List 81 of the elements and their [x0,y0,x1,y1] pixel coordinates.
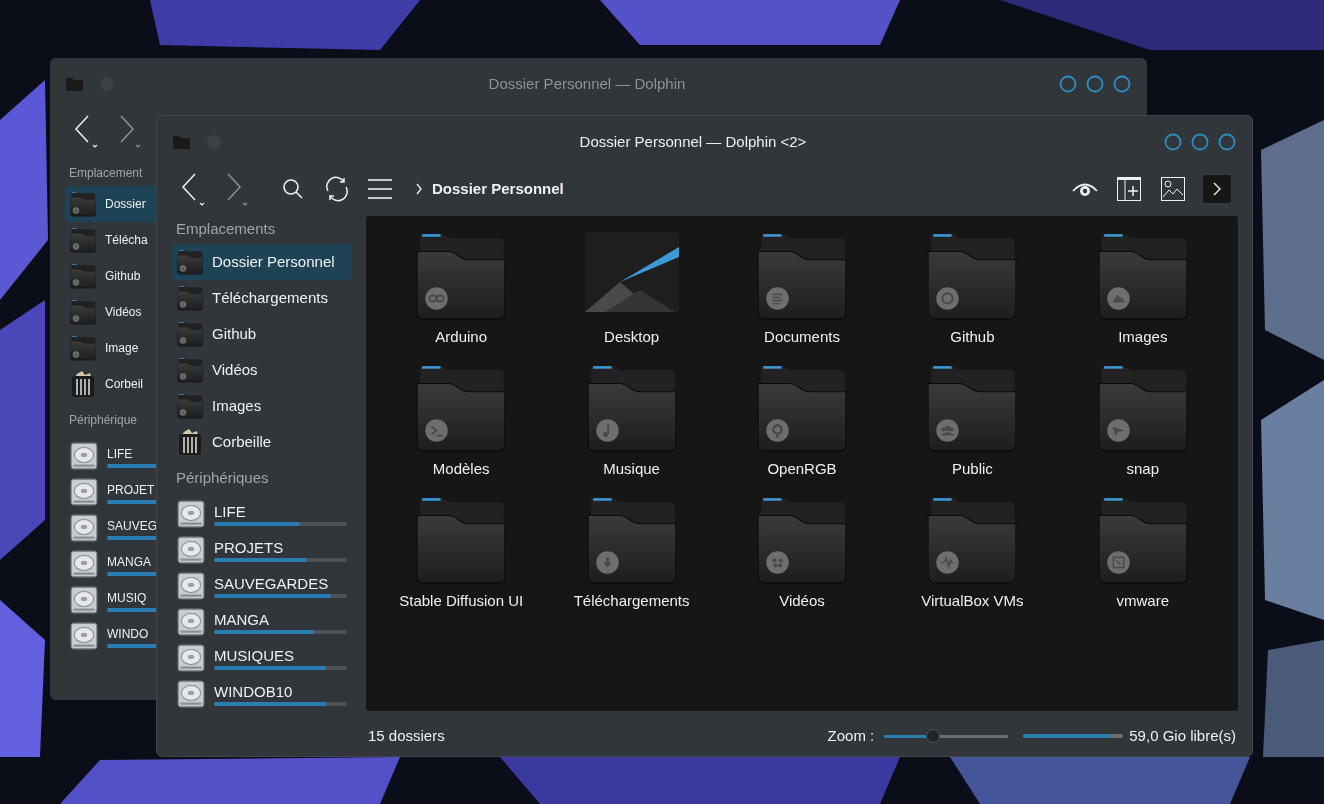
free-space-text: 59,0 Gio libre(s) [1129,725,1236,746]
section-heading: Périphériques [176,467,269,488]
sidebar-item[interactable]: Corbeille [172,424,351,460]
drive-icon [69,441,99,471]
window-title: Dossier Personnel — Dolphin <2> [578,131,808,152]
sidebar-item[interactable]: Github [65,258,156,294]
window-control-icon[interactable] [1086,75,1104,93]
folder-icon [176,357,204,383]
folder-icon [69,227,97,253]
drive-icon [69,621,99,651]
file-item[interactable]: Vidéos [716,495,888,627]
file-item[interactable]: Public [887,363,1058,495]
trash-icon [69,370,97,398]
drive-icon [69,513,99,543]
device-item[interactable]: SAUVEGARDES [172,568,351,604]
sidebar-item[interactable]: Github [172,316,351,352]
window-control-icon[interactable] [1218,133,1236,151]
folder-icon [69,263,97,289]
file-item[interactable]: Images [1057,231,1228,363]
section-heading: Emplacements [176,218,276,239]
chevron-icon [415,183,423,195]
drive-icon [176,643,206,673]
folder-icon [176,321,204,347]
drive-icon [176,535,206,565]
status-text: 15 dossiers [368,725,445,746]
trash-icon [176,428,204,456]
file-item[interactable]: Musique [546,363,717,495]
drive-icon [176,607,206,637]
sidebar-item[interactable]: Corbeil [65,366,156,402]
file-item[interactable]: VirtualBox VMs [887,495,1058,627]
folder-icon [69,191,97,217]
image-button[interactable] [1158,174,1188,204]
window-control-icon[interactable] [1164,133,1182,151]
device-item[interactable]: WINDOB10 [172,676,351,712]
folder-icon [176,393,204,419]
sidebar-item[interactable]: Télécha [65,222,156,258]
folder-icon [69,299,97,325]
chevron-icon [1212,181,1222,197]
file-item[interactable]: Stable Diffusion UI [376,495,547,627]
file-item[interactable]: Arduino [376,231,547,363]
device-item[interactable]: LIFE [172,496,351,532]
sidebar-item[interactable]: Téléchargements [172,280,351,316]
folder-icon [173,135,190,149]
section-heading: Périphérique [69,412,138,429]
file-item[interactable]: OpenRGB [716,363,888,495]
file-item[interactable]: snap [1057,363,1228,495]
eye-icon [1072,181,1098,197]
sidebar-item[interactable]: Dossier [65,186,156,222]
sidebar-item[interactable]: Dossier Personnel [172,244,351,280]
zoom-slider[interactable] [884,729,1009,743]
folder-icon [176,249,204,275]
terminal-button[interactable] [1202,174,1232,204]
device-item[interactable]: MUSIQUES [172,640,351,676]
file-item[interactable]: Github [887,231,1058,363]
file-item[interactable]: Desktop [546,231,717,363]
drive-icon [176,679,206,709]
folder-icon [176,285,204,311]
window-control-icon[interactable] [1059,75,1077,93]
drive-icon [69,585,99,615]
device-item[interactable]: MANGA [172,604,351,640]
file-item[interactable]: Téléchargements [546,495,717,627]
sidebar-item[interactable]: Vidéos [172,352,351,388]
sidebar-item[interactable]: Image [65,330,156,366]
window-control-icon[interactable] [1191,133,1209,151]
breadcrumb[interactable]: Dossier Personnel [432,177,564,201]
sidebar-item[interactable]: Images [172,388,351,424]
window-control-icon[interactable] [1113,75,1131,93]
file-item[interactable]: Modèles [376,363,547,495]
zoom-label: Zoom : [827,725,875,746]
folder-icon [66,77,83,91]
section-heading: Emplacement [69,165,143,182]
file-item[interactable]: vmware [1057,495,1228,627]
drive-icon [69,477,99,507]
window-title: Dossier Personnel — Dolphin [487,73,687,94]
drive-icon [176,499,206,529]
drive-icon [69,549,99,579]
device-item[interactable]: PROJETS [172,532,351,568]
drive-icon [176,571,206,601]
file-item[interactable]: Documents [716,231,888,363]
folder-icon [69,335,97,361]
sidebar-item[interactable]: Vidéos [65,294,156,330]
